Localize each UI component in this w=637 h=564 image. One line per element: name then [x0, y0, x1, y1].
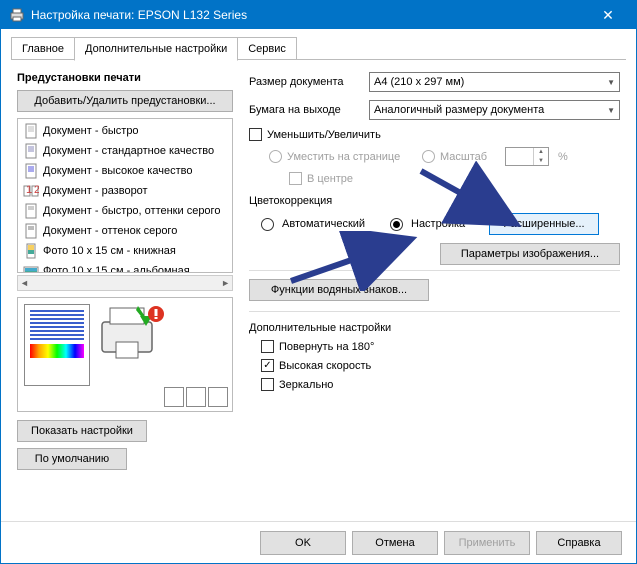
chevron-down-icon: ▼ [607, 78, 615, 87]
advanced-button[interactable]: Расширенные... [489, 213, 599, 235]
help-button[interactable]: Справка [536, 531, 622, 555]
presets-heading: Предустановки печати [17, 72, 233, 84]
preset-list[interactable]: Документ - быстро Документ - стандартное… [17, 118, 233, 273]
fit-page-radio [269, 150, 282, 163]
preset-item[interactable]: Документ - оттенок серого [20, 221, 230, 241]
doc-size-label: Размер документа [249, 76, 369, 88]
custom-color-radio[interactable] [390, 218, 403, 231]
doc-icon [23, 123, 39, 139]
doc-gray-icon [23, 223, 39, 239]
tab-extra[interactable]: Дополнительные настройки [74, 37, 238, 61]
rotate-checkbox[interactable] [261, 340, 274, 353]
extra-settings-label: Дополнительные настройки [249, 322, 620, 334]
preset-item[interactable]: Документ - стандартное качество [20, 141, 230, 161]
doc-icon [23, 163, 39, 179]
mirror-checkbox[interactable] [261, 378, 274, 391]
reduce-enlarge-checkbox[interactable] [249, 128, 262, 141]
watermark-button[interactable]: Функции водяных знаков... [249, 279, 429, 301]
doc-icon [23, 143, 39, 159]
ok-button[interactable]: OK [260, 531, 346, 555]
preset-item[interactable]: Документ - высокое качество [20, 161, 230, 181]
window-title: Настройка печати: EPSON L132 Series [31, 8, 588, 22]
layout-icon-2[interactable] [186, 387, 206, 407]
image-params-button[interactable]: Параметры изображения... [440, 243, 620, 265]
speed-checkbox[interactable] [261, 359, 274, 372]
scale-input: ▲▼ [505, 147, 549, 166]
preset-item[interactable]: 12Документ - разворот [20, 181, 230, 201]
chevron-down-icon: ▼ [607, 106, 615, 115]
layout-icon-3[interactable] [208, 387, 228, 407]
photo-landscape-icon [23, 263, 39, 273]
svg-text:1: 1 [26, 184, 32, 196]
add-remove-presets-button[interactable]: Добавить/Удалить предустановки... [17, 90, 233, 112]
output-paper-select[interactable]: Аналогичный размеру документа▼ [369, 100, 620, 120]
scroll-left-icon[interactable]: ◄ [20, 278, 29, 288]
spread-icon: 12 [23, 183, 39, 199]
preset-item[interactable]: Документ - быстро, оттенки серого [20, 201, 230, 221]
preset-item[interactable]: Документ - быстро [20, 121, 230, 141]
doc-gray-icon [23, 203, 39, 219]
svg-text:2: 2 [34, 184, 39, 196]
show-settings-button[interactable]: Показать настройки [17, 420, 147, 442]
close-button[interactable]: ✕ [588, 1, 628, 29]
apply-button[interactable]: Применить [444, 531, 530, 555]
photo-portrait-icon [23, 243, 39, 259]
output-paper-label: Бумага на выходе [249, 104, 369, 116]
center-checkbox [289, 172, 302, 185]
auto-color-radio[interactable] [261, 218, 274, 231]
printer-icon [9, 7, 25, 23]
layout-icon-1[interactable] [164, 387, 184, 407]
tab-main[interactable]: Главное [11, 37, 75, 60]
color-correction-label: Цветокоррекция [249, 195, 620, 207]
scroll-right-icon[interactable]: ► [221, 278, 230, 288]
preview-area [17, 297, 233, 412]
reduce-enlarge-label: Уменьшить/Увеличить [267, 129, 381, 141]
tab-service[interactable]: Сервис [237, 37, 297, 60]
printer-preview-icon [96, 304, 166, 362]
doc-size-select[interactable]: A4 (210 x 297 мм)▼ [369, 72, 620, 92]
document-preview [24, 304, 90, 386]
preset-item[interactable]: Фото 10 x 15 см - альбомная [20, 261, 230, 273]
scale-radio [422, 150, 435, 163]
cancel-button[interactable]: Отмена [352, 531, 438, 555]
defaults-button[interactable]: По умолчанию [17, 448, 127, 470]
horizontal-scrollbar[interactable]: ◄► [17, 275, 233, 291]
preset-item[interactable]: Фото 10 x 15 см - книжная [20, 241, 230, 261]
